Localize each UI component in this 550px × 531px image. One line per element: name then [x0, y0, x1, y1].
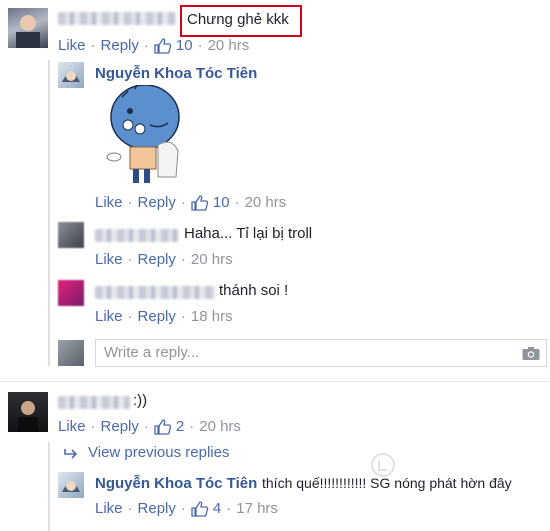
reply-thread-line [48, 60, 50, 366]
reply-actions: Like · Reply · 10 · 20 hrs [95, 194, 286, 211]
timestamp[interactable]: 17 hrs [236, 500, 278, 517]
avatar-photo [62, 481, 80, 492]
reply-actions: Like · Reply · 18 hrs [95, 308, 233, 325]
comment-divider [0, 381, 550, 382]
avatar-photo [16, 15, 40, 48]
like-link[interactable]: Like [95, 251, 123, 268]
avatar[interactable] [58, 280, 84, 306]
separator: · [189, 418, 195, 435]
author-name[interactable]: Nguyễn Khoa Tóc Tiên [95, 475, 257, 492]
like-count[interactable]: 2 [176, 418, 184, 435]
like-link[interactable]: Like [58, 418, 86, 435]
separator: · [90, 418, 96, 435]
like-link[interactable]: Like [58, 37, 86, 54]
reply-actions: Like · Reply · 20 hrs [95, 251, 233, 268]
separator: · [143, 418, 149, 435]
separator: · [234, 194, 240, 211]
timestamp[interactable]: 20 hrs [191, 251, 233, 268]
thumbs-up-icon [191, 500, 209, 517]
timestamp[interactable]: 20 hrs [199, 418, 241, 435]
separator: · [226, 500, 232, 517]
blurred-author-name[interactable] [58, 12, 176, 25]
camera-icon[interactable] [522, 346, 540, 361]
avatar-photo [62, 71, 80, 82]
reply-text: Haha... Tỉ lại bị troll [184, 225, 313, 242]
reply-input-placeholder: Write a reply... [104, 344, 200, 361]
thumbs-up-icon [191, 194, 209, 211]
reply-link[interactable]: Reply [101, 37, 139, 54]
reply-arrow-icon [64, 449, 78, 459]
separator: · [180, 308, 186, 325]
reply-link[interactable]: Reply [138, 500, 176, 517]
reply-thread-line [48, 442, 50, 531]
separator: · [197, 37, 203, 54]
comment-actions: Like · Reply · 10 · 20 hrs [58, 37, 249, 54]
blurred-author-name[interactable] [95, 286, 215, 299]
separator: · [143, 37, 149, 54]
reply-link[interactable]: Reply [138, 308, 176, 325]
like-count[interactable]: 10 [213, 194, 230, 211]
reply-actions: Like · Reply · 4 · 17 hrs [95, 500, 278, 517]
avatar-photo [18, 401, 38, 432]
avatar[interactable] [58, 222, 84, 248]
like-link[interactable]: Like [95, 194, 123, 211]
blurred-author-name[interactable] [95, 229, 179, 242]
reply-input[interactable]: Write a reply... [95, 339, 547, 367]
timestamp[interactable]: 18 hrs [191, 308, 233, 325]
current-user-avatar [58, 340, 84, 366]
watermark [370, 452, 430, 481]
reply-link[interactable]: Reply [101, 418, 139, 435]
view-previous-replies-link[interactable]: View previous replies [88, 444, 229, 461]
separator: · [127, 308, 133, 325]
separator: · [127, 500, 133, 517]
sticker-image [106, 85, 180, 183]
avatar[interactable] [58, 472, 84, 498]
reply-text: thánh soi ! [219, 282, 289, 299]
comment-text: Chưng ghẻ kkk [187, 11, 289, 28]
blurred-author-name[interactable] [58, 396, 130, 409]
avatar[interactable] [58, 62, 84, 88]
separator: · [180, 194, 186, 211]
separator: · [90, 37, 96, 54]
like-link[interactable]: Like [95, 500, 123, 517]
like-count[interactable]: 10 [176, 37, 193, 54]
separator: · [180, 500, 186, 517]
comment-text: :)) [133, 392, 148, 409]
reply-link[interactable]: Reply [138, 194, 176, 211]
like-link[interactable]: Like [95, 308, 123, 325]
timestamp[interactable]: 20 hrs [208, 37, 250, 54]
reply-link[interactable]: Reply [138, 251, 176, 268]
separator: · [127, 194, 133, 211]
thumbs-up-icon [154, 37, 172, 54]
comment-actions: Like · Reply · 2 · 20 hrs [58, 418, 241, 435]
like-count[interactable]: 4 [213, 500, 221, 517]
avatar[interactable] [8, 392, 48, 432]
thumbs-up-icon [154, 418, 172, 435]
separator: · [127, 251, 133, 268]
separator: · [180, 251, 186, 268]
timestamp[interactable]: 20 hrs [245, 194, 287, 211]
author-name[interactable]: Nguyễn Khoa Tóc Tiên [95, 65, 257, 82]
avatar[interactable] [8, 8, 48, 48]
